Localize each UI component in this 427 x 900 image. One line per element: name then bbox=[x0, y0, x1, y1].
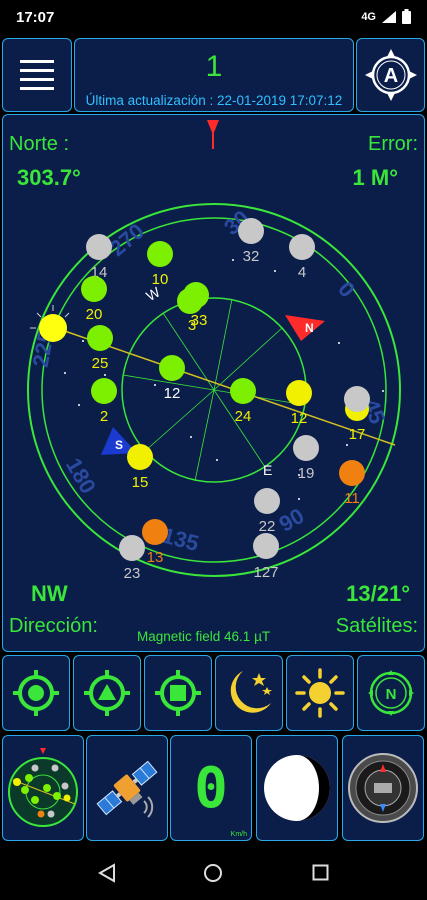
north-compass-button[interactable]: N bbox=[357, 655, 425, 731]
svg-text:3: 3 bbox=[188, 317, 196, 334]
sun-icon bbox=[295, 668, 345, 718]
dial-number: 90 bbox=[275, 503, 309, 537]
satellite-icon bbox=[96, 760, 158, 818]
header-panel: 1 Última actualización : 22-01-2019 17:0… bbox=[74, 38, 354, 112]
satellite-4[interactable]: 4 bbox=[289, 234, 315, 281]
dial-number: 0 bbox=[333, 277, 360, 302]
moon-phase-button[interactable] bbox=[256, 735, 338, 841]
system-nav-bar bbox=[0, 845, 427, 900]
north-compass-icon: N bbox=[368, 670, 414, 716]
svg-text:17: 17 bbox=[349, 426, 366, 443]
east-label: E bbox=[263, 462, 272, 478]
moon-phase-icon bbox=[264, 755, 330, 821]
satellite-count: 1 bbox=[205, 50, 223, 83]
north-marker-label: N bbox=[305, 321, 314, 335]
satellite-20[interactable]: 20 bbox=[81, 276, 107, 323]
north-pointer bbox=[207, 120, 219, 135]
svg-text:A: A bbox=[383, 65, 397, 87]
compass-a-icon: A bbox=[364, 49, 417, 101]
satellite-25[interactable]: 25 bbox=[87, 325, 113, 372]
menu-icon bbox=[20, 60, 54, 63]
svg-text:24: 24 bbox=[235, 408, 252, 425]
gps-square-button[interactable] bbox=[144, 655, 212, 731]
speed-value: 0 bbox=[194, 755, 228, 821]
crosshair-triangle-icon bbox=[84, 670, 130, 716]
satellite-22[interactable]: 22 bbox=[254, 488, 280, 535]
menu-icon-bar bbox=[20, 87, 54, 90]
svg-text:4: 4 bbox=[298, 264, 306, 281]
sky-plot: 30 0 270 225 180 135 90 45 N S E W 14 10… bbox=[27, 120, 401, 582]
satellite-12[interactable]: 12 bbox=[286, 380, 312, 427]
moon-stars-icon bbox=[230, 671, 272, 713]
satellite-11[interactable]: 11 bbox=[339, 460, 365, 507]
home-icon[interactable] bbox=[203, 863, 223, 883]
compass-logo-button[interactable]: A bbox=[356, 38, 425, 112]
status-bar: 17:07 4G bbox=[0, 0, 427, 36]
svg-text:19: 19 bbox=[298, 465, 315, 482]
svg-text:12: 12 bbox=[164, 385, 181, 402]
satellite-12-inner[interactable]: 12 bbox=[159, 355, 185, 402]
moon-stars-button[interactable] bbox=[215, 655, 283, 731]
satellite-32[interactable]: 32 bbox=[238, 218, 264, 265]
svg-text:13: 13 bbox=[147, 549, 164, 566]
satellite-2[interactable]: 2 bbox=[91, 378, 117, 425]
radar-view-button[interactable] bbox=[2, 735, 84, 841]
signal-icon bbox=[382, 10, 396, 23]
svg-text:10: 10 bbox=[152, 271, 169, 288]
svg-text:11: 11 bbox=[344, 490, 360, 507]
compass-panel: Norte : 303.7° Error: 1 M° NW 13/21° Dir… bbox=[2, 114, 425, 652]
svg-text:15: 15 bbox=[132, 474, 149, 491]
back-icon[interactable] bbox=[98, 863, 116, 883]
dial-number: 180 bbox=[61, 454, 101, 498]
svg-text:23: 23 bbox=[124, 565, 141, 582]
svg-text:25: 25 bbox=[92, 355, 109, 372]
menu-icon-bar bbox=[20, 69, 54, 72]
satellite-14[interactable]: 14 bbox=[86, 234, 112, 281]
svg-text:20: 20 bbox=[86, 306, 103, 323]
dial-number: 270 bbox=[105, 218, 149, 261]
satellite-15[interactable]: 15 bbox=[127, 444, 153, 491]
satellite-19[interactable]: 19 bbox=[293, 435, 319, 482]
svg-text:32: 32 bbox=[243, 248, 260, 265]
radar-thumbnail-icon bbox=[8, 748, 78, 827]
recents-icon[interactable] bbox=[312, 864, 329, 881]
menu-button[interactable] bbox=[2, 38, 72, 112]
satellite-24[interactable]: 24 bbox=[230, 378, 256, 425]
svg-text:N: N bbox=[386, 686, 397, 703]
svg-text:22: 22 bbox=[259, 518, 276, 535]
satellite-button[interactable] bbox=[86, 735, 168, 841]
battery-icon bbox=[402, 9, 411, 24]
svg-text:12: 12 bbox=[291, 410, 308, 427]
south-marker-label: S bbox=[115, 438, 123, 452]
network-type: 4G bbox=[361, 10, 376, 23]
crosshair-circle-icon bbox=[13, 670, 59, 716]
svg-text:127: 127 bbox=[253, 564, 278, 581]
gps-triangle-button[interactable] bbox=[73, 655, 141, 731]
satellite-23[interactable]: 23 bbox=[119, 535, 145, 582]
watch-compass-button[interactable] bbox=[342, 735, 424, 841]
sun-button[interactable] bbox=[286, 655, 354, 731]
status-time: 17:07 bbox=[16, 9, 55, 26]
menu-icon-bar bbox=[20, 78, 54, 81]
crosshair-square-icon bbox=[155, 670, 201, 716]
gps-circle-button[interactable] bbox=[2, 655, 70, 731]
status-icons: 4G bbox=[361, 9, 411, 24]
speed-unit: Km/h bbox=[230, 831, 247, 838]
watch-compass-icon bbox=[348, 753, 418, 823]
svg-text:2: 2 bbox=[100, 408, 108, 425]
last-update: Última actualización : 22-01-2019 17:07:… bbox=[85, 93, 343, 108]
speedometer-button[interactable]: 0 Km/h bbox=[170, 735, 252, 841]
satellite-10[interactable]: 10 bbox=[147, 241, 173, 288]
